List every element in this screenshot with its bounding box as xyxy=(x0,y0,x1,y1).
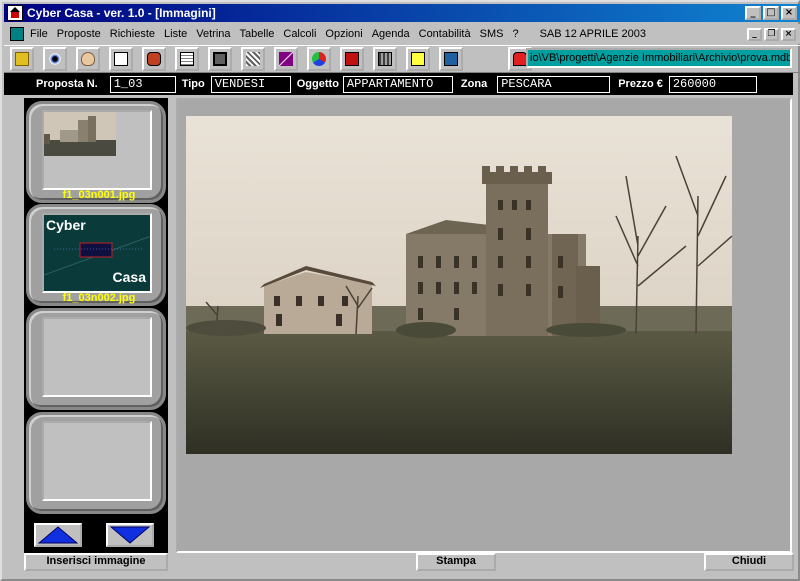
chart-icon xyxy=(279,52,293,66)
chart-button[interactable] xyxy=(274,47,298,71)
cybercasa-title-top: Cyber xyxy=(46,217,86,233)
door-button[interactable] xyxy=(109,47,133,71)
menu-opzioni[interactable]: Opzioni xyxy=(325,28,362,40)
mdi-restore-button[interactable]: ❐ xyxy=(764,27,779,41)
notepad-button[interactable] xyxy=(175,47,199,71)
archive-path-field[interactable]: io\VB\progetti\Agenzie Immobiliari\Archi… xyxy=(526,48,792,68)
main-window: Cyber Casa - ver. 1.0 - [Immagini] _ □ ×… xyxy=(0,0,800,581)
book-icon xyxy=(345,52,359,66)
ear-icon xyxy=(81,52,95,66)
tipo-field[interactable]: VENDESI xyxy=(210,75,291,93)
menu-tabelle[interactable]: Tabelle xyxy=(240,28,275,40)
close-window-button[interactable]: Chiudi xyxy=(704,553,794,571)
mdi-close-button[interactable]: × xyxy=(781,27,796,41)
post-button[interactable] xyxy=(406,47,430,71)
menu-agenda[interactable]: Agenda xyxy=(372,28,410,40)
menu-contabilita[interactable]: Contabilità xyxy=(419,28,471,40)
thumbnail-slot-1[interactable]: f1_03n001.jpg xyxy=(26,101,166,203)
menu-proposte[interactable]: Proposte xyxy=(57,28,101,40)
main-photo[interactable] xyxy=(186,116,732,454)
arrow-up-icon xyxy=(38,526,78,544)
menu-calcoli[interactable]: Calcoli xyxy=(283,28,316,40)
close-button[interactable]: × xyxy=(781,6,797,20)
thumbnail-slot-3[interactable] xyxy=(26,308,166,410)
current-date: SAB 12 APRILE 2003 xyxy=(539,28,646,40)
thumbnail-slot-2[interactable]: Cyber Casa f1_03n002.jpg xyxy=(26,204,166,306)
prezzo-label: Prezzo € xyxy=(618,78,663,90)
document-system-icon[interactable] xyxy=(10,27,24,41)
scroll-down-button[interactable] xyxy=(106,523,154,547)
cybercasa-title-bottom: Casa xyxy=(112,269,146,285)
menu-bar: File Proposte Richieste Liste Vetrina Ta… xyxy=(4,24,800,44)
door-icon xyxy=(114,52,128,66)
menu-file[interactable]: File xyxy=(30,28,48,40)
building-button[interactable] xyxy=(439,47,463,71)
color-icon xyxy=(312,52,326,66)
arrow-down-icon xyxy=(110,526,150,544)
thumbnail-image-2[interactable]: Cyber Casa xyxy=(42,213,152,293)
menu-help[interactable]: ? xyxy=(512,28,518,40)
proposta-label: Proposta N. xyxy=(36,78,98,90)
insert-image-button[interactable]: Inserisci immagine xyxy=(24,553,168,571)
oggetto-label: Oggetto xyxy=(296,78,339,90)
thumbnail-panel: f1_03n001.jpg Cyber Casa f1_03n002.jpg xyxy=(24,98,168,553)
toolbar: io\VB\progetti\Agenzie Immobiliari\Archi… xyxy=(4,45,800,73)
minimize-button[interactable]: _ xyxy=(745,6,761,20)
proposta-field[interactable]: 1_03 xyxy=(109,75,176,93)
menu-liste[interactable]: Liste xyxy=(164,28,187,40)
phone-button[interactable] xyxy=(142,47,166,71)
tipo-label: Tipo xyxy=(181,78,205,90)
post-icon xyxy=(411,52,425,66)
mdi-minimize-button[interactable]: _ xyxy=(747,27,762,41)
castle-photo-image xyxy=(186,116,732,454)
thumbnail-image-1[interactable] xyxy=(42,110,152,190)
eye-icon xyxy=(48,52,62,66)
book-button[interactable] xyxy=(340,47,364,71)
color-button[interactable] xyxy=(307,47,331,71)
grid-button[interactable] xyxy=(241,47,265,71)
maximize-button[interactable]: □ xyxy=(763,6,779,20)
folder-icon xyxy=(15,52,29,66)
zona-label: Zona xyxy=(460,78,488,90)
ear-button[interactable] xyxy=(76,47,100,71)
menu-vetrina[interactable]: Vetrina xyxy=(196,28,230,40)
window-title: Cyber Casa - ver. 1.0 - [Immagini] xyxy=(27,6,216,20)
oggetto-field[interactable]: APPARTAMENTO xyxy=(342,75,453,93)
calculator-icon xyxy=(378,52,392,66)
app-house-icon[interactable] xyxy=(7,5,23,21)
thumbnail-slot-4[interactable] xyxy=(26,412,166,514)
zona-field[interactable]: PESCARA xyxy=(497,75,611,93)
monitor-button[interactable] xyxy=(208,47,232,71)
image-viewer xyxy=(176,98,792,553)
grid-icon xyxy=(246,52,260,66)
eye-button[interactable] xyxy=(43,47,67,71)
menu-sms[interactable]: SMS xyxy=(480,28,504,40)
prezzo-field[interactable]: 260000 xyxy=(668,75,757,93)
monitor-icon xyxy=(213,52,227,66)
thumbnail-image-4[interactable] xyxy=(42,421,152,501)
folder-button[interactable] xyxy=(10,47,34,71)
thumbnail-label-2: f1_03n002.jpg xyxy=(62,292,136,304)
title-bar[interactable]: Cyber Casa - ver. 1.0 - [Immagini] _ □ × xyxy=(4,4,800,22)
print-button[interactable]: Stampa xyxy=(416,553,496,571)
notepad-icon xyxy=(180,52,194,66)
phone-icon xyxy=(147,52,161,66)
building-icon xyxy=(444,52,458,66)
thumbnail-image-3[interactable] xyxy=(42,317,152,397)
calculator-button[interactable] xyxy=(373,47,397,71)
menu-richieste[interactable]: Richieste xyxy=(110,28,155,40)
thumbnail-label-1: f1_03n001.jpg xyxy=(62,189,136,201)
lock-icon xyxy=(513,52,527,66)
property-info-bar: Proposta N. 1_03 Tipo VENDESI Oggetto AP… xyxy=(4,73,793,95)
scroll-up-button[interactable] xyxy=(34,523,82,547)
